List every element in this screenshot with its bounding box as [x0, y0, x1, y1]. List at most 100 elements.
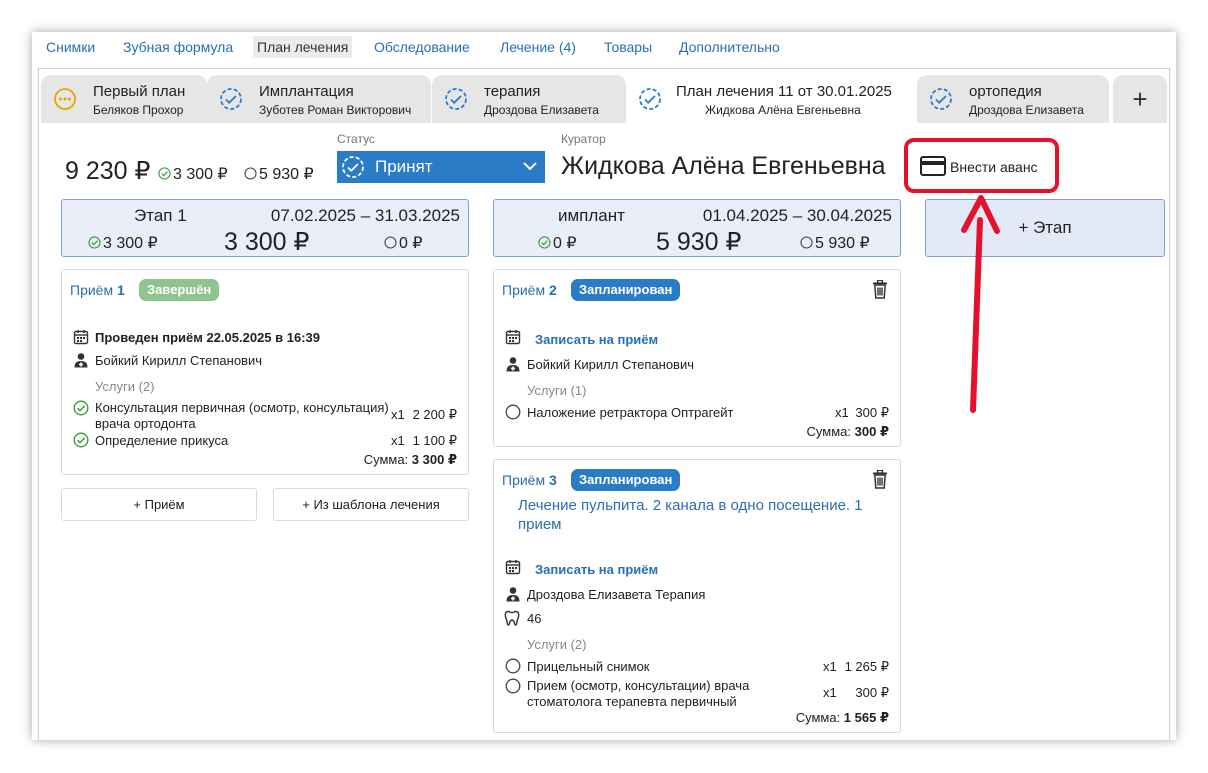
plan-paid-amount: 3 300 ₽ [158, 164, 228, 184]
service-name: Прием (осмотр, консультации) врача стома… [527, 678, 750, 709]
nav-item-snimki[interactable]: Снимки [42, 36, 99, 58]
calendar-icon [73, 329, 89, 345]
calendar-icon [505, 559, 521, 575]
services-label: Услуги (1) [527, 383, 587, 398]
make-advance-button[interactable]: Внести аванс [914, 150, 1054, 184]
plan-total-amount: 9 230 ₽ [65, 157, 151, 185]
status-badge: Завершён [139, 279, 220, 301]
stage-paid: 3 300 ₽ [88, 233, 158, 253]
status-select[interactable]: Принят [337, 151, 545, 183]
stage-paid-value: 0 ₽ [553, 235, 577, 252]
tab-implantation[interactable]: Имплантация Зуботев Роман Викторович [207, 75, 431, 123]
visit-sum: Сумма: 1 565 ₽ [796, 710, 889, 726]
doctor-name: Бойкий Кирилл Степанович [95, 353, 263, 368]
dashed-check-circle-icon [638, 87, 662, 111]
stage-paid-value: 3 300 ₽ [103, 235, 158, 252]
visit-3-card: Приём 3 Запланирован Лечение пульпита. 2… [493, 459, 901, 733]
check-circle-icon[interactable] [73, 432, 89, 448]
service-price: 1 100 ₽ [412, 433, 457, 448]
doctor-icon [505, 356, 521, 372]
visit-number: 3 [548, 472, 557, 488]
top-navigation: Снимки Зубная формула План лечения Обсле… [32, 32, 1176, 62]
check-circle-icon [538, 236, 551, 249]
service-qty: x1 [835, 405, 849, 420]
stage-name: имплант [558, 206, 625, 225]
nav-item-additional[interactable]: Дополнительно [675, 36, 784, 58]
stage-rest: 5 930 ₽ [800, 233, 870, 253]
tab-treatment-plan-11[interactable]: План лечения 11 от 30.01.2025 Жидкова Ал… [626, 75, 916, 123]
status-value: Принят [375, 157, 433, 176]
status-badge: Запланирован [571, 469, 681, 491]
curator-name: Жидкова Алёна Евгеньевна [561, 152, 886, 180]
visit-sum: Сумма: 3 300 ₽ [364, 452, 457, 468]
stage-rest-value: 0 ₽ [399, 235, 423, 252]
curator-label: Куратор [561, 132, 606, 146]
trash-icon[interactable] [872, 280, 888, 299]
stage-paid: 0 ₽ [538, 233, 577, 253]
sum-value: 1 565 ₽ [843, 710, 889, 725]
credit-card-icon [920, 156, 946, 176]
make-advance-label: Внести аванс [950, 159, 1038, 175]
visit-title[interactable]: Приём 1 [70, 282, 125, 298]
dashed-check-circle-icon [929, 87, 953, 111]
visit-2-card: Приём 2 Запланирован Записать на приём Б… [493, 269, 901, 447]
tab-title: Первый план [93, 83, 186, 100]
add-plan-tab-button[interactable]: + [1113, 75, 1167, 123]
nav-item-treatment[interactable]: Лечение (4) [496, 36, 580, 58]
tab-subtitle: Зуботев Роман Викторович [259, 103, 412, 117]
tab-therapy[interactable]: терапия Дроздова Елизавета [432, 75, 626, 123]
plan-rest-value: 5 930 ₽ [259, 166, 314, 183]
empty-circle-icon[interactable] [505, 678, 521, 694]
service-price: 300 ₽ [855, 405, 889, 420]
check-circle-icon[interactable] [73, 400, 89, 416]
add-from-template-button[interactable]: + Из шаблона лечения [273, 488, 469, 521]
nav-item-treatment-plan[interactable]: План лечения [253, 36, 353, 58]
book-visit-link[interactable]: Записать на приём [535, 562, 658, 577]
visit-number: 1 [116, 282, 125, 298]
dashed-check-circle-icon [219, 87, 243, 111]
book-visit-link[interactable]: Записать на приём [535, 332, 658, 347]
nav-item-examination[interactable]: Обследование [370, 36, 474, 58]
tab-title: Имплантация [259, 83, 354, 100]
tab-title: ортопедия [969, 83, 1042, 100]
nav-item-goods[interactable]: Товары [600, 36, 656, 58]
sum-label: Сумма: [363, 452, 409, 467]
stage-total: 3 300 ₽ [224, 228, 310, 256]
service-name: Прицельный снимок [527, 659, 650, 674]
visit-sum: Сумма: 300 ₽ [807, 424, 889, 440]
tab-title: План лечения 11 от 30.01.2025 [676, 83, 892, 100]
tooth-icon [504, 610, 520, 626]
plan-paid-value: 3 300 ₽ [173, 166, 228, 183]
tab-subtitle: Дроздова Елизавета [484, 103, 599, 117]
sum-label: Сумма: [806, 424, 852, 439]
calendar-icon [505, 329, 521, 345]
sum-value: 3 300 ₽ [411, 452, 457, 467]
doctor-name: Бойкий Кирилл Степанович [527, 357, 695, 372]
plan-rest-amount: 5 930 ₽ [244, 164, 314, 184]
visit-title-prefix: Приём [70, 282, 114, 298]
service-price: 300 ₽ [855, 685, 889, 700]
visit-description[interactable]: Лечение пульпита. 2 канала в одно посеще… [518, 496, 878, 534]
tab-orthopedics[interactable]: ортопедия Дроздова Елизавета [917, 75, 1109, 123]
stage-2-header[interactable]: имплант 01.04.2025 – 30.04.2025 0 ₽ 5 93… [493, 199, 901, 257]
check-circle-icon [158, 167, 171, 180]
tab-first-plan[interactable]: Первый план Беляков Прохор [41, 75, 207, 123]
visit-title-prefix: Приём [502, 472, 546, 488]
nav-item-dental-formula[interactable]: Зубная формула [119, 36, 237, 58]
dashed-check-circle-icon [342, 156, 364, 178]
add-stage-button[interactable]: + Этап [925, 199, 1165, 257]
service-name: Наложение ретрактора Оптрагейт [527, 405, 734, 420]
trash-icon[interactable] [872, 470, 888, 489]
stage-1-header[interactable]: Этап 1 07.02.2025 – 31.03.2025 3 300 ₽ 3… [61, 199, 469, 257]
visit-title[interactable]: Приём 3 [502, 472, 557, 488]
empty-circle-icon[interactable] [505, 658, 521, 674]
tab-subtitle: Дроздова Елизавета [969, 103, 1084, 117]
add-visit-button[interactable]: + Приём [61, 488, 257, 521]
visit-number: 2 [548, 282, 557, 298]
empty-circle-icon[interactable] [505, 404, 521, 420]
empty-circle-icon [800, 236, 813, 249]
chevron-down-icon [523, 162, 537, 171]
service-qty: x1 [823, 659, 837, 674]
visit-title[interactable]: Приём 2 [502, 282, 557, 298]
tab-subtitle: Беляков Прохор [93, 103, 184, 117]
